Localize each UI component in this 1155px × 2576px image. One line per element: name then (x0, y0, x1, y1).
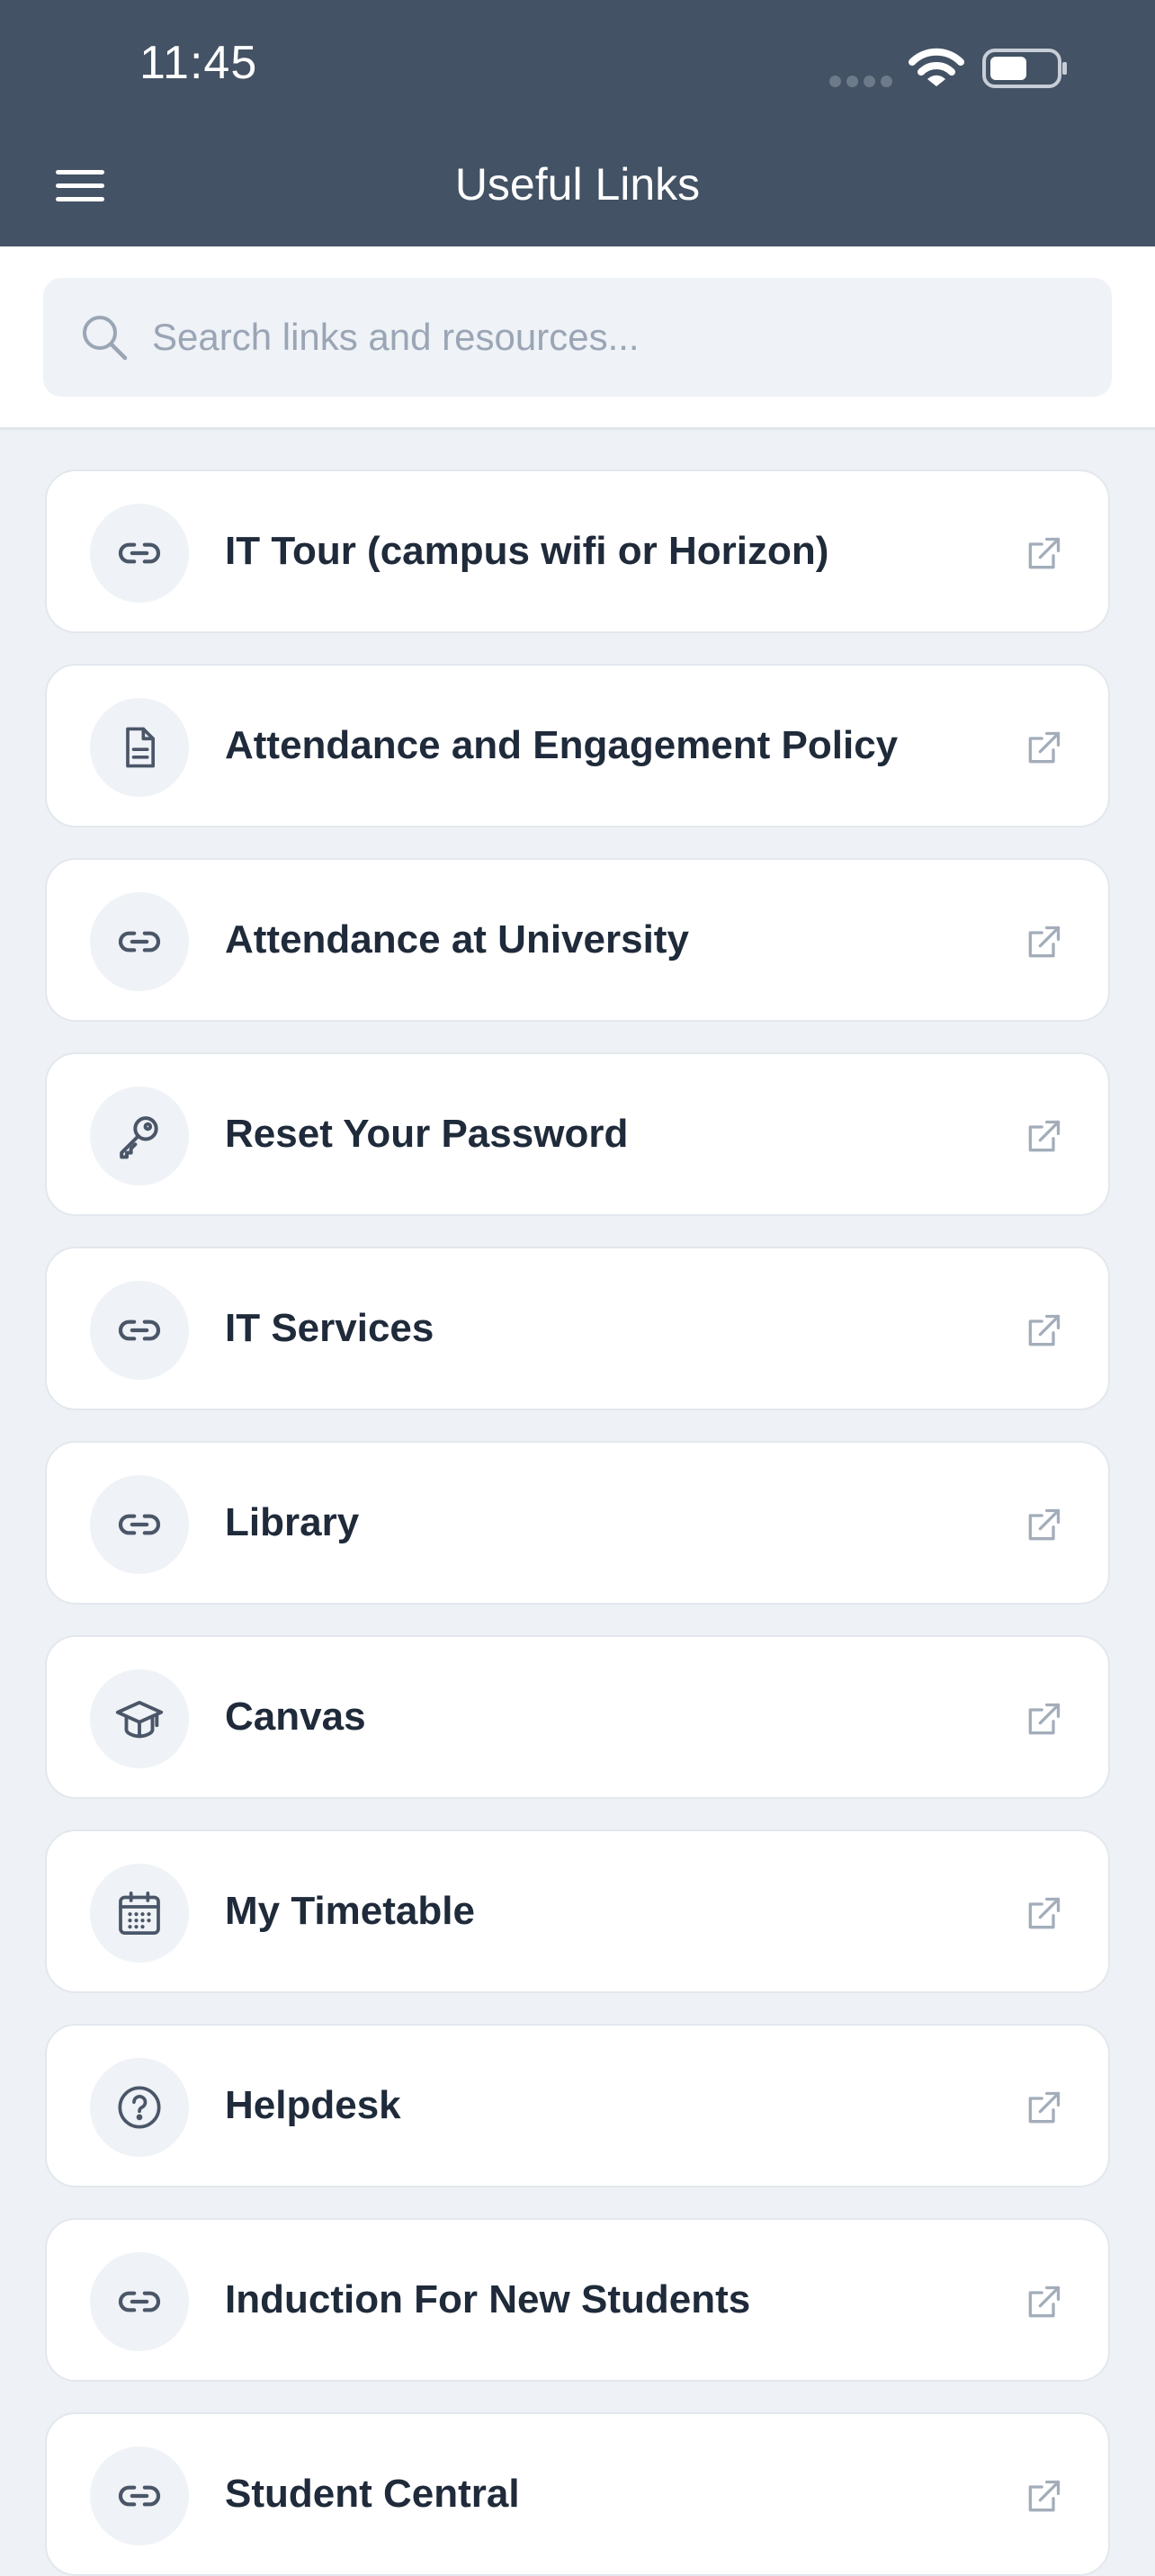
cellular-signal-icon (829, 76, 892, 88)
external-link-icon (1028, 2480, 1061, 2512)
list-item[interactable]: Attendance at University (45, 858, 1110, 1022)
key-icon (90, 1087, 189, 1185)
external-link-icon (1028, 2285, 1061, 2318)
list-item-label: Helpdesk (225, 2083, 401, 2127)
link-icon (90, 1281, 189, 1380)
list-item-label: Induction For New Students (225, 2277, 751, 2321)
status-time: 11:45 (139, 37, 258, 89)
list-item-label: Attendance at University (225, 917, 689, 962)
page-title: Useful Links (454, 159, 701, 210)
external-link-icon (1028, 731, 1061, 764)
list-item-label: Reset Your Password (225, 1112, 629, 1156)
app-header: 11:45 Useful Links (0, 0, 1155, 246)
list-item[interactable]: Canvas (45, 1635, 1110, 1799)
search-placeholder: Search links and resources... (152, 316, 640, 358)
help-circle-icon (90, 2058, 189, 2157)
graduation-cap-icon (90, 1669, 189, 1768)
external-link-icon (1028, 1508, 1061, 1541)
list-item-label: Library (225, 1500, 360, 1544)
list-item-label: Student Central (225, 2472, 520, 2516)
list-item[interactable]: Induction For New Students (45, 2218, 1110, 2382)
list-item[interactable]: Student Central (45, 2412, 1110, 2576)
wifi-icon (909, 48, 964, 86)
link-icon (90, 504, 189, 603)
search-input[interactable]: Search links and resources... (43, 278, 1112, 397)
list-item[interactable]: My Timetable (45, 1829, 1110, 1993)
external-link-icon (1028, 1897, 1061, 1929)
list-item-label: IT Tour (campus wifi or Horizon) (225, 529, 829, 573)
list-item-label: My Timetable (225, 1889, 475, 1933)
list-item-label: Canvas (225, 1695, 366, 1739)
list-item[interactable]: Attendance and Engagement Policy (45, 664, 1110, 827)
battery-icon (982, 49, 1067, 88)
search-bar-container: Search links and resources... (0, 246, 1155, 430)
link-icon (90, 1475, 189, 1574)
list-item[interactable]: Helpdesk (45, 2024, 1110, 2187)
external-link-icon (1028, 1120, 1061, 1152)
list-item[interactable]: IT Tour (campus wifi or Horizon) (45, 470, 1110, 633)
link-icon (90, 2252, 189, 2351)
external-link-icon (1028, 2091, 1061, 2124)
external-link-icon (1028, 1314, 1061, 1346)
list-item[interactable]: IT Services (45, 1247, 1110, 1410)
link-icon (90, 2446, 189, 2545)
list-item-label: IT Services (225, 1306, 434, 1350)
external-link-icon (1028, 926, 1061, 958)
external-link-icon (1028, 1703, 1061, 1735)
list-item[interactable]: Reset Your Password (45, 1052, 1110, 1216)
list-item[interactable]: Library (45, 1441, 1110, 1605)
link-icon (90, 892, 189, 991)
external-link-icon (1028, 537, 1061, 569)
search-icon (83, 316, 128, 361)
list-item-label: Attendance and Engagement Policy (225, 723, 899, 767)
document-icon (90, 698, 189, 797)
calendar-icon (90, 1864, 189, 1963)
